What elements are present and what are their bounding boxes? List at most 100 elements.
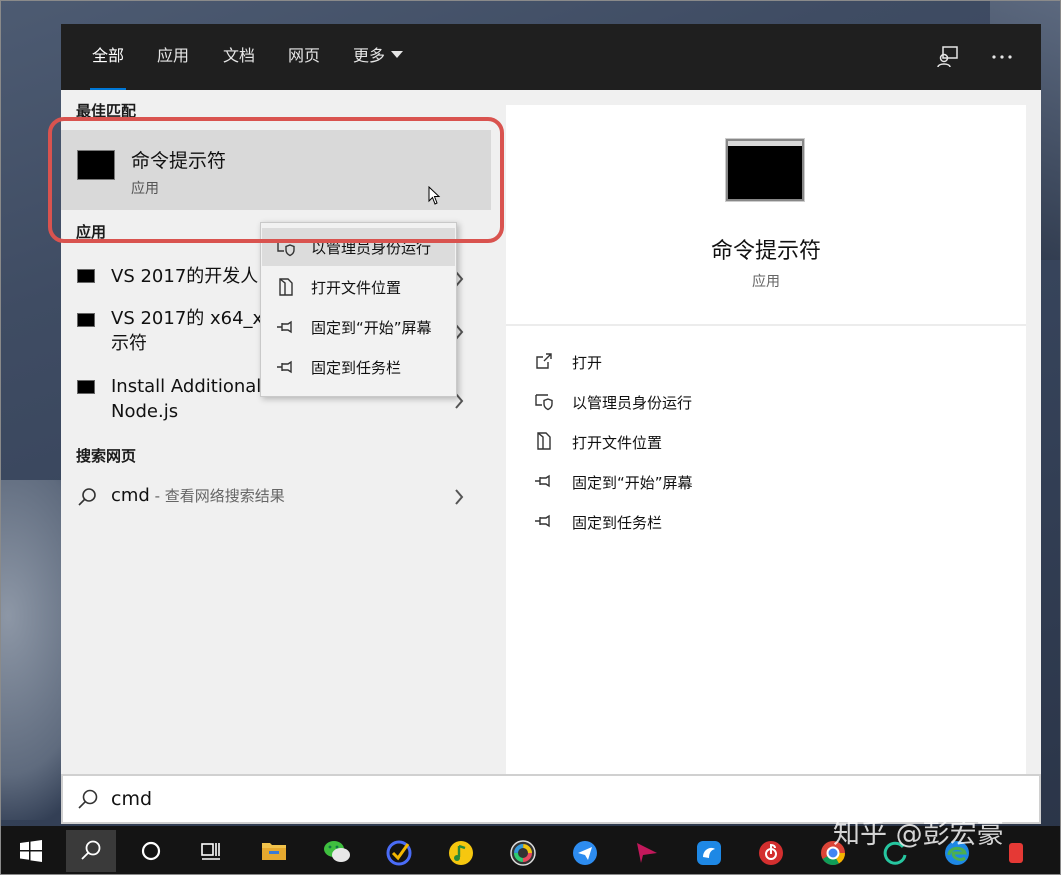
console-app-icon [77, 269, 95, 283]
context-menu-run-as-admin[interactable]: 以管理员身份运行 [262, 228, 455, 266]
context-menu-label: 打开文件位置 [311, 279, 402, 297]
task-view-icon [201, 843, 220, 860]
todo-app-button[interactable] [372, 830, 422, 872]
action-pin-to-start[interactable]: 固定到“开始”屏幕 [534, 465, 994, 499]
action-pin-to-taskbar[interactable]: 固定到任务栏 [534, 505, 994, 539]
tab-all[interactable]: 全部 [89, 44, 127, 92]
bird-icon [697, 841, 721, 865]
cortana-circle-icon [141, 841, 161, 861]
context-menu-label: 固定到“开始”屏幕 [311, 319, 432, 337]
action-label: 以管理员身份运行 [572, 394, 693, 412]
tab-apps[interactable]: 应用 [157, 44, 189, 70]
cortana-button[interactable] [126, 830, 176, 872]
music-note-icon [449, 841, 473, 865]
more-options-icon[interactable] [989, 44, 1015, 70]
chrome-icon [821, 841, 845, 866]
preview-title: 命令提示符 [710, 239, 821, 264]
web-search-query: cmd [111, 485, 150, 506]
web-search-label: cmd - 查看网络搜索结果 [111, 485, 285, 506]
preview-pane: 命令提示符 应用 打开 以管理员身份运行 打开文件位置 固定到“开始”屏幕 固定… [506, 105, 1026, 774]
netease-music-button[interactable] [744, 830, 794, 872]
chevron-down-icon [391, 51, 404, 58]
edge-icon [945, 841, 969, 865]
task-view-button[interactable] [186, 830, 236, 872]
pin-icon [535, 514, 550, 528]
action-label: 打开文件位置 [572, 434, 663, 452]
action-run-as-admin[interactable]: 以管理员身份运行 [534, 385, 994, 419]
music-app-button[interactable] [434, 830, 484, 872]
file-location-icon [537, 432, 551, 450]
search-icon [81, 840, 101, 860]
color-wheel-icon [510, 840, 536, 866]
shield-icon [277, 240, 295, 257]
start-button[interactable] [6, 830, 56, 872]
results-list: 最佳匹配 命令提示符 应用 应用 VS 2017的开发人 VS 2017的 x6… [61, 90, 491, 774]
action-open-file-location[interactable]: 打开文件位置 [534, 425, 994, 459]
bird-app-button[interactable] [682, 830, 732, 872]
action-open[interactable]: 打开 [534, 345, 994, 379]
shield-icon [535, 394, 553, 411]
paper-plane-icon [573, 841, 597, 865]
search-icon [78, 488, 96, 506]
web-search-header: 搜索网页 [76, 447, 137, 465]
send-app-button[interactable] [620, 830, 670, 872]
search-icon [78, 789, 98, 809]
search-input[interactable]: cmd [111, 788, 152, 810]
search-box[interactable]: cmd [61, 774, 1041, 824]
web-search-result[interactable]: cmd - 查看网络搜索结果 [61, 475, 491, 519]
wechat-icon [324, 841, 350, 862]
context-menu-pin-to-start[interactable]: 固定到“开始”屏幕 [262, 308, 455, 346]
list-item-line2: Node.js [111, 401, 179, 422]
edge-button[interactable] [930, 830, 980, 872]
action-label: 打开 [572, 354, 603, 372]
checkmark-circle-icon [386, 840, 412, 866]
pin-icon [535, 474, 550, 488]
context-menu-pin-to-taskbar[interactable]: 固定到任务栏 [262, 348, 455, 386]
windows-logo-icon [20, 840, 42, 862]
action-label: 固定到“开始”屏幕 [572, 474, 693, 492]
taskbar-search-button[interactable] [66, 830, 116, 872]
mouse-cursor-icon [428, 186, 441, 205]
context-menu-label: 以管理员身份运行 [311, 239, 432, 257]
pin-icon [277, 320, 292, 334]
chevron-right-icon [455, 489, 464, 505]
sync-app-button[interactable] [868, 830, 918, 872]
feedback-icon[interactable] [935, 44, 961, 70]
wechat-button[interactable] [310, 830, 360, 872]
context-menu-label: 固定到任务栏 [311, 359, 402, 377]
tab-web[interactable]: 网页 [288, 44, 320, 70]
app-s-icon [1009, 843, 1023, 863]
file-explorer-button[interactable] [248, 830, 298, 872]
preview-divider [506, 324, 1026, 326]
open-icon [536, 353, 552, 369]
context-menu-open-file-location[interactable]: 打开文件位置 [262, 268, 455, 306]
web-search-suffix: - 查看网络搜索结果 [149, 487, 285, 505]
list-item-line1: VS 2017的 x64_x [111, 308, 264, 329]
command-prompt-large-icon [726, 139, 804, 201]
file-location-icon [279, 278, 293, 296]
command-prompt-icon [77, 150, 115, 180]
messenger-app-button[interactable] [558, 830, 608, 872]
netease-music-icon [759, 841, 783, 865]
chrome-button[interactable] [806, 830, 856, 872]
preview-subtitle: 应用 [752, 274, 780, 290]
folder-icon [262, 843, 286, 860]
best-match-item[interactable]: 命令提示符 应用 [61, 130, 491, 210]
tab-more-label: 更多 [353, 46, 386, 65]
console-app-icon [77, 380, 95, 394]
best-match-type: 应用 [131, 181, 159, 197]
pin-icon [277, 360, 292, 374]
best-match-name: 命令提示符 [131, 150, 227, 172]
tab-more[interactable]: 更多 [353, 44, 404, 70]
send-arrow-icon [637, 843, 657, 863]
list-item-line2: 示符 [111, 333, 147, 354]
app-button-partial[interactable] [992, 830, 1032, 872]
color-picker-app-button[interactable] [496, 830, 546, 872]
apps-header: 应用 [76, 223, 107, 241]
context-menu: 以管理员身份运行 打开文件位置 固定到“开始”屏幕 固定到任务栏 [260, 222, 457, 397]
best-match-header: 最佳匹配 [76, 102, 137, 120]
console-app-icon [77, 313, 95, 327]
search-panel: 全部 应用 文档 网页 更多 最佳匹配 命令提示符 应用 应用 VS 2017的… [61, 24, 1041, 824]
tab-documents[interactable]: 文档 [223, 44, 255, 70]
taskbar [0, 826, 1061, 875]
